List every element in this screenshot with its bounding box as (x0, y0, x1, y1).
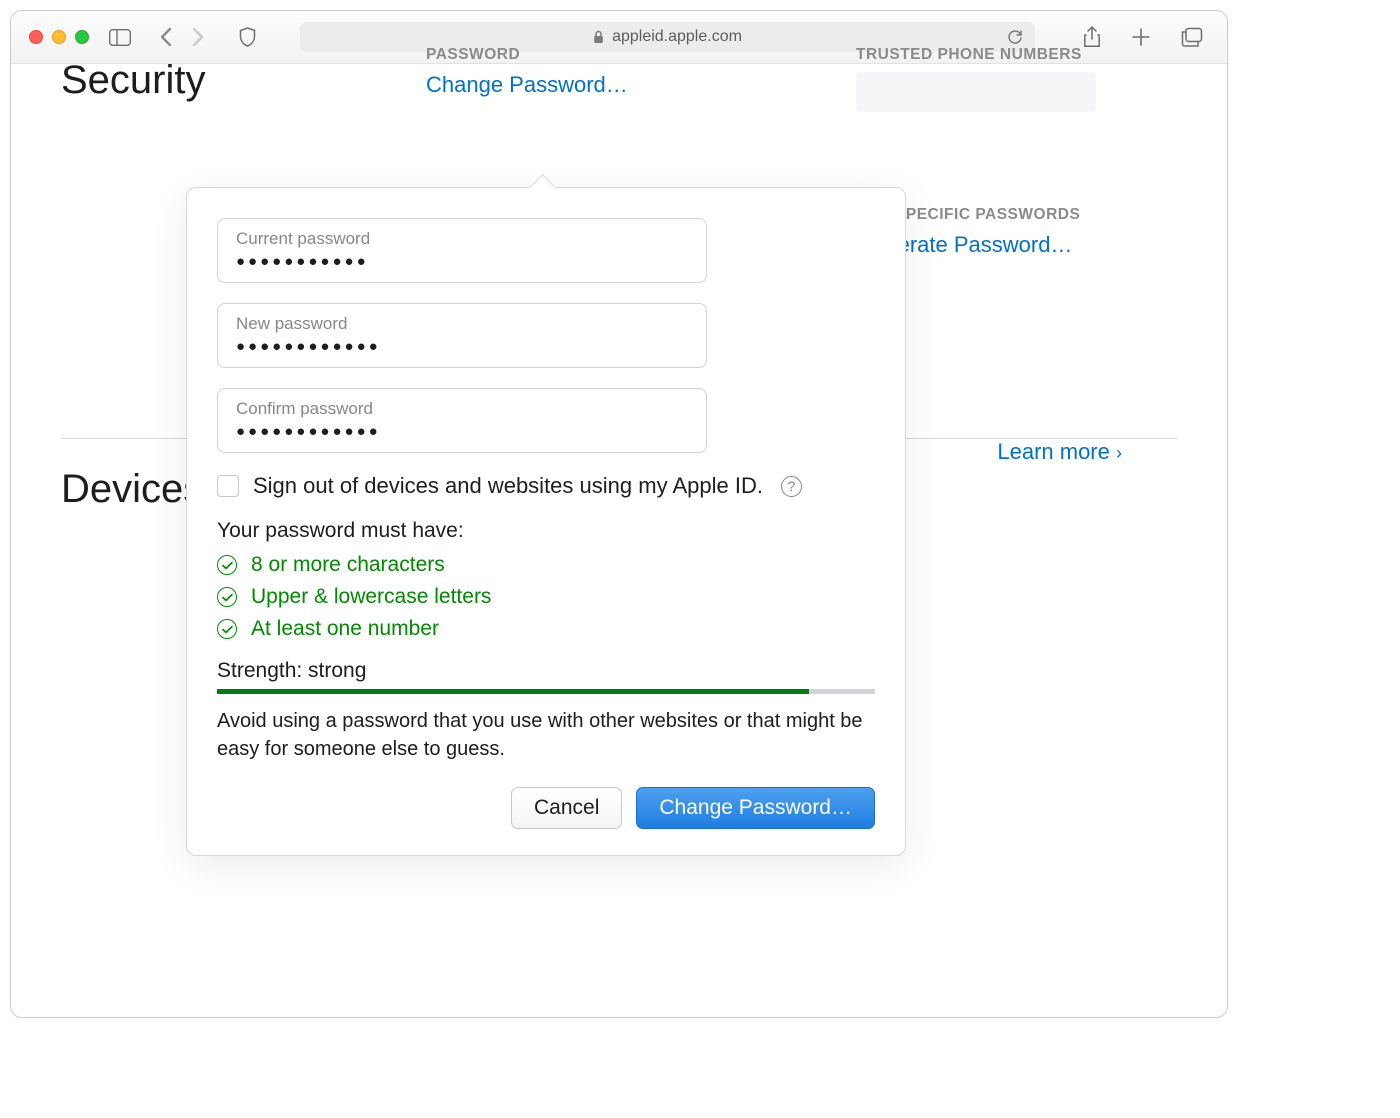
close-window-button[interactable] (29, 30, 43, 44)
change-password-popover: Current password ●●●●●●●●●●● New passwor… (186, 187, 906, 856)
requirement-row: 8 or more characters (217, 553, 875, 577)
requirement-row: Upper & lowercase letters (217, 585, 875, 609)
help-icon[interactable]: ? (781, 476, 802, 497)
trusted-phone-label: TRUSTED PHONE NUMBERS (856, 46, 1177, 64)
confirm-password-field[interactable]: Confirm password ●●●●●●●●●●●● (217, 388, 707, 453)
requirement-text: Upper & lowercase letters (251, 585, 491, 609)
learn-more-link[interactable]: Learn more › (997, 439, 1122, 465)
requirement-text: 8 or more characters (251, 553, 445, 577)
window-controls (29, 30, 89, 44)
new-password-field[interactable]: New password ●●●●●●●●●●●● (217, 303, 707, 368)
privacy-shield-icon[interactable] (239, 27, 256, 47)
learn-more-text: Learn more (997, 439, 1110, 464)
share-icon[interactable] (1083, 26, 1101, 48)
current-password-label: Current password (236, 229, 688, 249)
strength-meter (217, 689, 875, 694)
new-password-value: ●●●●●●●●●●●● (236, 338, 688, 355)
current-password-value: ●●●●●●●●●●● (236, 253, 688, 270)
confirm-password-label: Confirm password (236, 399, 688, 419)
cancel-button[interactable]: Cancel (511, 787, 622, 829)
lock-icon (593, 30, 604, 44)
password-advice: Avoid using a password that you use with… (217, 708, 875, 763)
back-button[interactable] (159, 27, 172, 47)
change-password-button[interactable]: Change Password… (636, 787, 875, 829)
check-icon (217, 555, 237, 575)
new-tab-icon[interactable] (1131, 27, 1151, 47)
page-content: Security PASSWORD Change Password… TRUST… (11, 64, 1227, 542)
signout-checkbox[interactable] (217, 475, 239, 497)
requirements-title: Your password must have: (217, 519, 875, 543)
current-password-field[interactable]: Current password ●●●●●●●●●●● (217, 218, 707, 283)
check-icon (217, 587, 237, 607)
requirement-text: At least one number (251, 617, 439, 641)
check-icon (217, 619, 237, 639)
chevron-right-icon: › (1116, 443, 1122, 463)
url-text: appleid.apple.com (612, 28, 742, 46)
security-heading: Security (61, 58, 426, 103)
trusted-phone-placeholder (856, 72, 1096, 112)
sidebar-toggle-icon[interactable] (109, 29, 131, 46)
strength-label: Strength: strong (217, 659, 875, 683)
minimize-window-button[interactable] (52, 30, 66, 44)
new-password-label: New password (236, 314, 688, 334)
forward-button[interactable] (192, 27, 205, 47)
signout-label: Sign out of devices and websites using m… (253, 473, 763, 499)
password-section-label: PASSWORD (426, 46, 846, 64)
fullscreen-window-button[interactable] (75, 30, 89, 44)
strength-fill (217, 689, 809, 694)
reload-icon[interactable] (1007, 28, 1023, 46)
confirm-password-value: ●●●●●●●●●●●● (236, 423, 688, 440)
safari-window: appleid.apple.com Security PASSWORD (10, 10, 1228, 1018)
change-password-link[interactable]: Change Password… (426, 72, 846, 98)
tabs-overview-icon[interactable] (1181, 27, 1203, 47)
requirement-row: At least one number (217, 617, 875, 641)
